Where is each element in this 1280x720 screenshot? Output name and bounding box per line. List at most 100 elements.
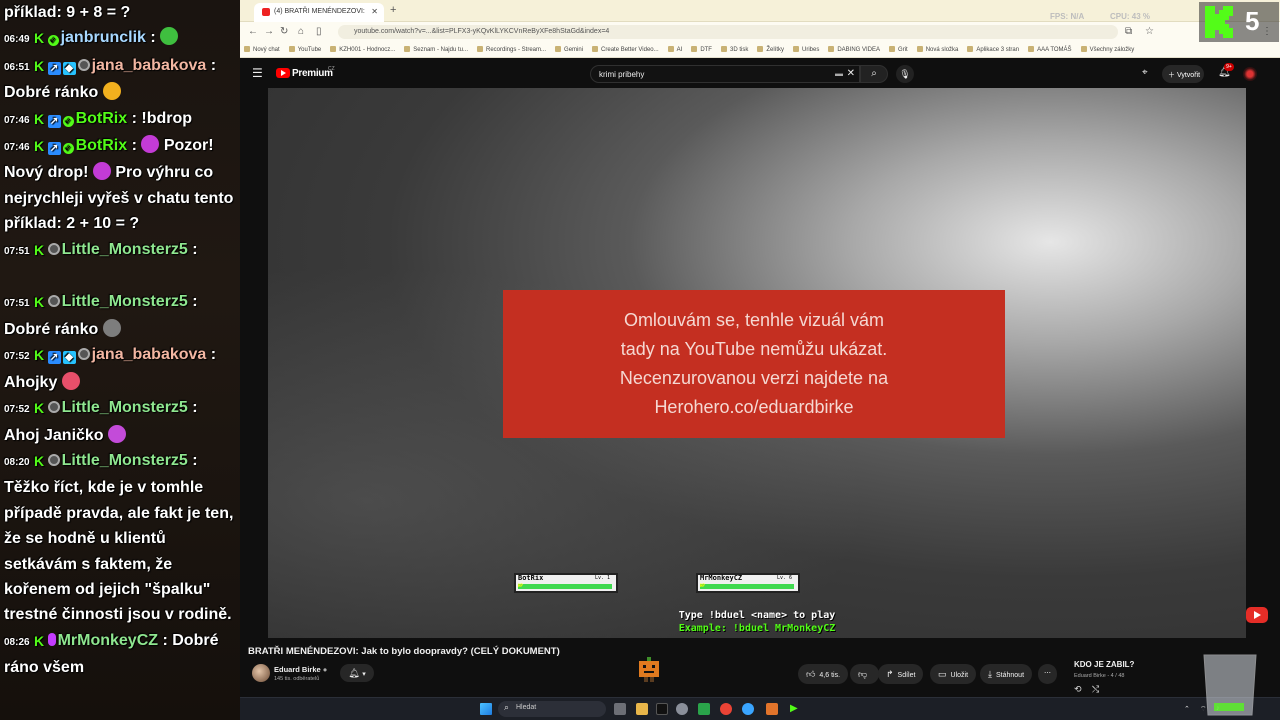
chat-message: příklad: 2 + 10 = ? xyxy=(0,211,240,236)
url-field[interactable]: youtube.com/watch?v=...&list=PLFX3-yKQvK… xyxy=(338,25,1118,39)
bookmark-item[interactable]: DTF xyxy=(691,46,712,53)
youtube-logo-icon[interactable] xyxy=(276,68,290,78)
app-icon[interactable] xyxy=(766,703,778,715)
bookmark-item[interactable]: AI xyxy=(668,46,683,53)
bookmark-item[interactable]: DABING VIDEA xyxy=(828,46,880,53)
create-button[interactable]: ＋ Vytvořit xyxy=(1162,65,1204,83)
tab-youtube[interactable]: (4) BRATŘI MENÉNDEZOVI: ✕ xyxy=(254,3,384,22)
bookmark-item[interactable]: Create Better Video... xyxy=(592,46,659,53)
share-button[interactable]: ↱ Sdílet xyxy=(878,664,924,684)
cast-icon[interactable]: ⌖ xyxy=(1142,67,1148,78)
share-icon: ↱ xyxy=(886,669,894,679)
hamburger-menu-icon[interactable]: ☰ xyxy=(252,66,263,80)
subscribed-bell-button[interactable]: 🔔︎ ▾ xyxy=(340,664,374,682)
youtube-brand[interactable]: Premium xyxy=(292,68,333,79)
like-button[interactable]: 👍︎ 4,6 tis. xyxy=(798,664,849,684)
voice-search-button[interactable]: 🎙︎ xyxy=(896,65,914,83)
tray-chevron-icon[interactable]: ⌃ xyxy=(1184,705,1190,713)
bookmark-item[interactable]: Grit xyxy=(889,46,908,53)
bookmark-item[interactable]: Želítky xyxy=(757,46,784,53)
keyboard-icon[interactable]: ▬ xyxy=(835,69,843,78)
chat-username[interactable]: MrMonkeyCZ xyxy=(58,632,158,649)
taskbar-search[interactable]: Hledat xyxy=(498,701,606,717)
chat-text: Dobré ránko xyxy=(4,320,99,338)
chat-username[interactable]: Little_Monsterz5 xyxy=(62,399,188,416)
search-button[interactable]: ⌕ xyxy=(860,65,888,83)
obs-icon[interactable] xyxy=(742,703,754,715)
install-icon[interactable]: ⧉ xyxy=(1125,26,1132,37)
chat-username[interactable]: Little_Monsterz5 xyxy=(62,293,188,310)
chat-separator: : xyxy=(187,240,198,258)
loop-icon[interactable]: ⟲ xyxy=(1074,684,1082,695)
bookmark-star-icon[interactable]: ☆ xyxy=(1145,26,1154,37)
thumbs-up-icon: 👍︎ xyxy=(806,669,816,679)
account-avatar[interactable] xyxy=(1243,67,1257,81)
bookmark-item[interactable]: Recordings - Stream... xyxy=(477,46,546,53)
chat-username[interactable]: BotRix xyxy=(76,137,128,154)
forward-icon[interactable]: → xyxy=(264,26,274,37)
bookmark-item[interactable]: Seznam - Najdu tu... xyxy=(404,46,468,53)
notification-count: 9+ xyxy=(1224,63,1234,71)
og-badge-icon xyxy=(77,58,90,71)
sidebar-icon[interactable]: ▯ xyxy=(316,26,322,37)
kick-badge-icon: K xyxy=(34,347,45,364)
channel-name[interactable]: Eduard Birke ● xyxy=(274,665,327,674)
bookmark-item[interactable]: Uribes xyxy=(793,46,819,53)
play-icon[interactable]: ▶ xyxy=(790,703,802,715)
bookmarks-bar: Nový chat YouTube KZH001 - Hodnocz... Sezna… xyxy=(240,42,1280,58)
home-icon[interactable]: ⌂ xyxy=(298,26,304,37)
chat-username[interactable]: Little_Monsterz5 xyxy=(62,452,188,469)
bookmark-item[interactable]: YouTube xyxy=(289,46,322,53)
kick-badge-icon: K xyxy=(34,241,45,258)
chat-panel: příklad: 9 + 8 = ? 06:49 K ✓ janbrunclik : 0… xyxy=(0,0,240,720)
task-view-icon[interactable] xyxy=(614,703,626,715)
bookmark-item[interactable]: Nová složka xyxy=(917,46,959,53)
more-actions-button[interactable]: ⋯ xyxy=(1038,664,1057,684)
shuffle-icon[interactable]: ⤭ xyxy=(1092,684,1099,695)
new-tab-icon[interactable]: + xyxy=(390,4,396,16)
og-badge-icon xyxy=(47,242,60,255)
chrome-icon[interactable] xyxy=(720,703,732,715)
chat-message: 08:20 K Little_Monsterz5 : xyxy=(0,448,240,475)
chat-message: kořenem od jejich "špalku" xyxy=(0,577,240,602)
mic-icon: 🎙︎ xyxy=(899,69,911,79)
bookmark-item[interactable]: Nový chat xyxy=(244,46,280,53)
channel-avatar[interactable] xyxy=(252,664,270,682)
chat-message: setkávám s faktem, že xyxy=(0,552,240,577)
kick-badge-icon: K xyxy=(34,294,45,311)
tab-close-icon[interactable]: ✕ xyxy=(371,7,378,16)
dislike-button[interactable]: 👎︎ xyxy=(850,664,880,684)
chat-timestamp: 07:52 xyxy=(4,351,30,363)
reload-icon[interactable]: ↻ xyxy=(280,26,288,37)
windows-start-icon[interactable] xyxy=(480,703,492,715)
youtube-header: ☰ Premium CZ krimi pribehy ▬ ✕ ⌕ 🎙︎ ⌖ ＋ … xyxy=(240,60,1280,88)
back-icon[interactable]: ← xyxy=(248,26,258,37)
verified-badge-icon: ✓ xyxy=(62,143,74,155)
chat-username[interactable]: janbrunclik xyxy=(61,29,146,46)
settings-icon[interactable] xyxy=(676,703,688,715)
bookmark-item[interactable]: Všechny záložky xyxy=(1081,46,1135,53)
bookmark-item[interactable]: AAA TOMÁŠ xyxy=(1028,46,1071,53)
video-player[interactable]: Omlouvám se, tenhle vizuál vám tady na Y… xyxy=(268,88,1246,638)
bookmark-item[interactable]: Aplikace 3 stran xyxy=(967,46,1019,53)
download-button[interactable]: ⤓ Stáhnout xyxy=(980,664,1033,684)
file-explorer-icon[interactable] xyxy=(636,703,648,715)
xbox-icon[interactable] xyxy=(698,703,710,715)
bookmark-item[interactable]: Gemini xyxy=(555,46,583,53)
chat-username[interactable]: jana_babakova xyxy=(92,346,207,363)
chat-text: trestné činnosti jsou v rodině. xyxy=(4,606,232,624)
notice-line: Necenzurovanou verzi najdete na xyxy=(619,368,889,388)
chat-username[interactable]: BotRix xyxy=(76,110,128,127)
bookmark-item[interactable]: 3D tisk xyxy=(721,46,748,53)
search-input[interactable]: krimi pribehy ▬ ✕ xyxy=(590,65,860,83)
chat-username[interactable]: Little_Monsterz5 xyxy=(62,241,188,258)
chat-username[interactable]: jana_babakova xyxy=(92,57,207,74)
save-button[interactable]: ▭ Uložit xyxy=(930,664,977,684)
pumpkin-avatar xyxy=(639,657,659,682)
bookmark-item[interactable]: KZH001 - Hodnocz... xyxy=(330,46,395,53)
chat-message: 07:51 K Little_Monsterz5 : xyxy=(0,237,240,264)
clear-search-icon[interactable]: ✕ xyxy=(847,68,855,79)
youtube-miniplayer-icon[interactable] xyxy=(1246,607,1268,623)
tiktok-icon[interactable] xyxy=(656,703,668,715)
verified-badge-icon: ✓ xyxy=(62,115,74,127)
